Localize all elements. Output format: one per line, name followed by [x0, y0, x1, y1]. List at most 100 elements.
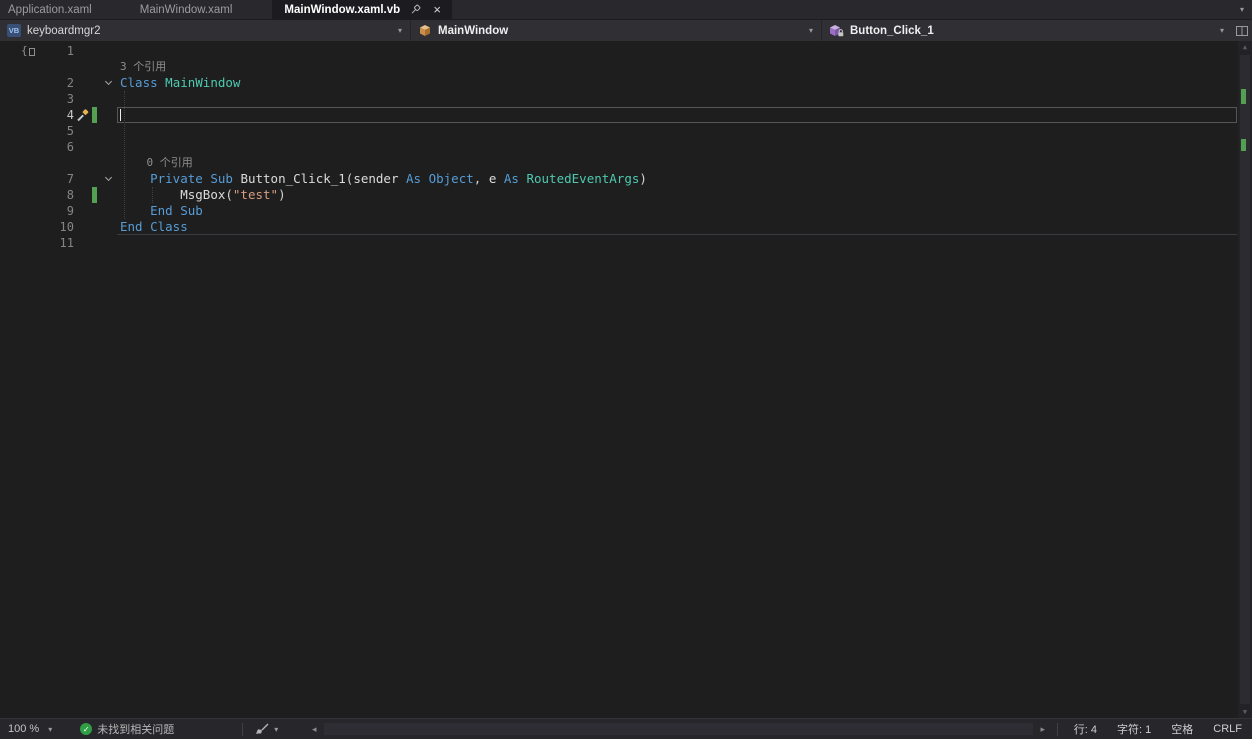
scrollbar-thumb[interactable] — [324, 723, 1033, 735]
zoom-control[interactable]: 100 % ▾ — [0, 723, 58, 735]
change-mark — [1241, 139, 1246, 151]
status-spaces-mode[interactable]: 空格 — [1161, 721, 1203, 737]
code-rows: 13 个引用 2 Class MainWindow 3 4 5 6 0 个引用 7 Priva… — [0, 43, 1238, 251]
status-line-number[interactable]: 行: 4 — [1064, 721, 1107, 737]
divider — [1056, 722, 1058, 736]
vertical-scrollbar[interactable]: ▲ ▼ — [1238, 41, 1252, 718]
fold-slot — [99, 187, 118, 203]
quick-actions-icon[interactable] — [74, 107, 90, 123]
change-bar — [90, 171, 99, 187]
code-row: 2 Class MainWindow — [0, 75, 1238, 91]
change-bar — [90, 203, 99, 219]
scroll-down-icon[interactable]: ▼ — [1238, 706, 1252, 718]
gutter: 11 — [0, 235, 118, 251]
member-dropdown[interactable]: Button_Click_1 ▾ — [822, 20, 1232, 41]
code-line-content[interactable] — [118, 123, 1238, 139]
fold-toggle-icon[interactable] — [99, 171, 118, 187]
codelens-link[interactable]: 3 个引用 — [118, 59, 1238, 75]
fold-slot — [99, 59, 118, 75]
horizontal-scrollbar[interactable] — [324, 719, 1033, 739]
tab-mainwindow-xaml-vb[interactable]: MainWindow.xaml.vb × — [272, 0, 453, 19]
tab-list-chevron-icon[interactable]: ▾ — [1232, 0, 1252, 19]
document-health-indicator[interactable]: ✓ 未找到相关问题 — [80, 721, 174, 737]
quick-actions-slot — [74, 155, 90, 171]
change-bar — [90, 155, 99, 171]
status-char-position[interactable]: 字符: 1 — [1107, 721, 1161, 737]
code-line-content[interactable]: End Class — [118, 219, 1238, 235]
fold-slot — [99, 219, 118, 235]
line-number: 10 — [59, 220, 74, 234]
tab-mainwindow-xaml[interactable]: MainWindow.xaml — [132, 0, 273, 19]
change-bar — [90, 91, 99, 107]
navigation-bar: VB keyboardmgr2 ▾ MainWindow ▾ Button_Cl… — [0, 19, 1252, 41]
scroll-right-icon[interactable]: ▸ — [1035, 724, 1051, 735]
vb-project-icon: VB — [7, 24, 21, 37]
code-line-content[interactable]: End Sub — [118, 203, 1238, 219]
code-row: 1 — [0, 43, 1238, 59]
code-line-content[interactable]: Class MainWindow — [118, 75, 1238, 91]
quick-actions-slot — [74, 139, 90, 155]
zoom-value: 100 % — [8, 723, 40, 735]
fold-slot — [99, 235, 118, 251]
codelens-row: 0 个引用 — [0, 155, 1238, 171]
change-bar — [90, 187, 99, 203]
fold-slot — [99, 203, 118, 219]
code-row: 11 — [0, 235, 1238, 251]
tab-label: Application.xaml — [8, 3, 92, 16]
code-cleanup-button[interactable]: ▾ — [249, 723, 284, 735]
change-bar — [90, 107, 99, 123]
gutter — [0, 155, 118, 171]
class-icon — [418, 24, 432, 37]
line-number: 7 — [66, 172, 74, 186]
change-bar — [90, 235, 99, 251]
health-text: 未找到相关问题 — [97, 724, 175, 736]
change-bar — [90, 139, 99, 155]
text-caret — [120, 109, 122, 121]
quick-actions-slot — [74, 203, 90, 219]
close-icon[interactable]: × — [430, 1, 444, 18]
project-dropdown[interactable]: VB keyboardmgr2 ▾ — [0, 20, 411, 41]
code-line-content[interactable]: MsgBox("test") — [118, 187, 1238, 203]
document-tab-bar: Application.xaml MainWindow.xaml MainWin… — [0, 0, 1252, 19]
line-number: 4 — [66, 108, 74, 122]
fold-slot — [99, 91, 118, 107]
gutter: 6 — [0, 139, 118, 155]
code-line-content[interactable] — [118, 91, 1238, 107]
codelens-row: 3 个引用 — [0, 59, 1238, 75]
code-line-content[interactable]: Private Sub Button_Click_1(sender As Obj… — [118, 171, 1238, 187]
change-bar — [90, 43, 99, 59]
pin-icon[interactable] — [410, 4, 421, 15]
change-bar — [90, 75, 99, 91]
change-bar — [90, 123, 99, 139]
code-line-content[interactable] — [118, 139, 1238, 155]
scroll-up-icon[interactable]: ▲ — [1238, 41, 1252, 53]
codelens-link[interactable]: 0 个引用 — [118, 155, 1238, 171]
quick-actions-slot — [74, 43, 90, 59]
scroll-left-icon[interactable]: ◂ — [306, 724, 322, 735]
chevron-down-icon: ▾ — [397, 26, 402, 35]
tab-application-xaml[interactable]: Application.xaml — [0, 0, 132, 19]
line-number — [0, 59, 74, 75]
code-editor[interactable]: { 13 个引用 2 Class MainWindow 3 4 5 6 0 个引用 7 Pri… — [0, 41, 1252, 718]
split-window-icon[interactable] — [1232, 20, 1252, 41]
tab-label: MainWindow.xaml — [139, 3, 233, 16]
indent-guide — [152, 187, 153, 203]
quick-actions-slot — [74, 219, 90, 235]
scrollbar-thumb[interactable] — [1240, 55, 1250, 704]
type-dropdown[interactable]: MainWindow ▾ — [411, 20, 822, 41]
code-line-content[interactable] — [118, 107, 1238, 123]
block-boundary-line — [117, 234, 1237, 235]
gutter: 8 — [0, 187, 118, 203]
line-number — [0, 155, 74, 171]
code-line-content[interactable] — [118, 43, 1238, 59]
line-number: 8 — [66, 188, 74, 202]
indent-guide — [124, 91, 125, 219]
status-line-ending[interactable]: CRLF — [1203, 723, 1252, 735]
gutter: 3 — [0, 91, 118, 107]
code-line-content[interactable] — [118, 235, 1238, 251]
gutter: 4 — [0, 107, 118, 123]
project-name: keyboardmgr2 — [27, 24, 101, 37]
code-row: 9 End Sub — [0, 203, 1238, 219]
method-icon — [829, 24, 844, 37]
fold-toggle-icon[interactable] — [99, 75, 118, 91]
